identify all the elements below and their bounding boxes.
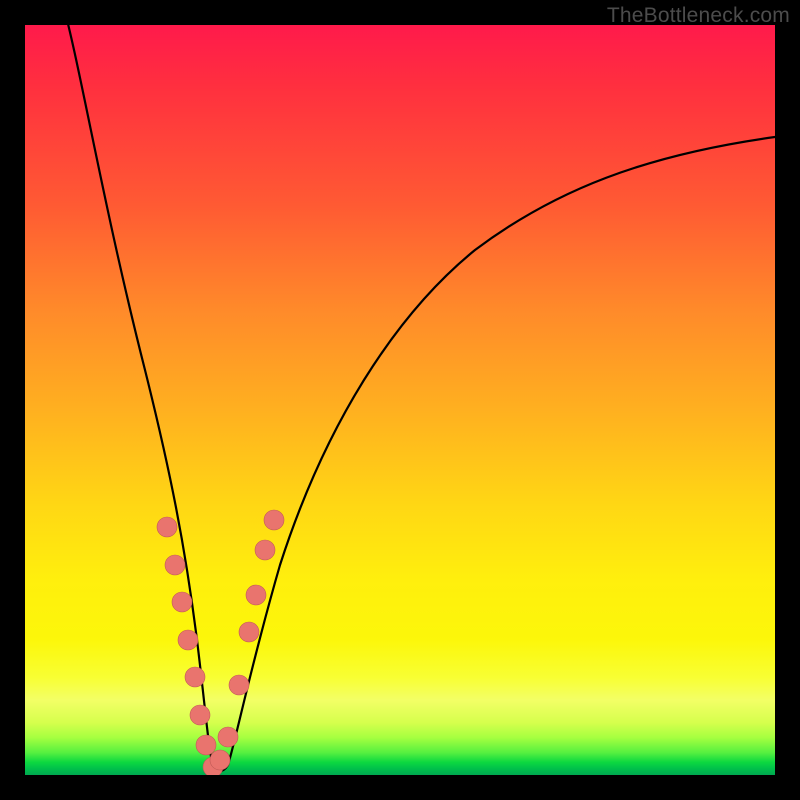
scatter-dot: [229, 675, 249, 695]
plot-area: [25, 25, 775, 775]
curve-layer: [63, 25, 776, 771]
scatter-dot: [190, 705, 210, 725]
bottleneck-curve: [63, 25, 776, 771]
plot-svg: [25, 25, 775, 775]
scatter-dot: [246, 585, 266, 605]
points-layer: [157, 510, 284, 775]
watermark-text: TheBottleneck.com: [607, 4, 790, 28]
scatter-dot: [165, 555, 185, 575]
scatter-dot: [218, 727, 238, 747]
scatter-dot: [178, 630, 198, 650]
chart-root: TheBottleneck.com: [0, 0, 800, 800]
scatter-dot: [196, 735, 216, 755]
scatter-dot: [172, 592, 192, 612]
scatter-dot: [157, 517, 177, 537]
scatter-dot: [210, 750, 230, 770]
scatter-dot: [255, 540, 275, 560]
scatter-dot: [264, 510, 284, 530]
scatter-dot: [239, 622, 259, 642]
scatter-dot: [185, 667, 205, 687]
